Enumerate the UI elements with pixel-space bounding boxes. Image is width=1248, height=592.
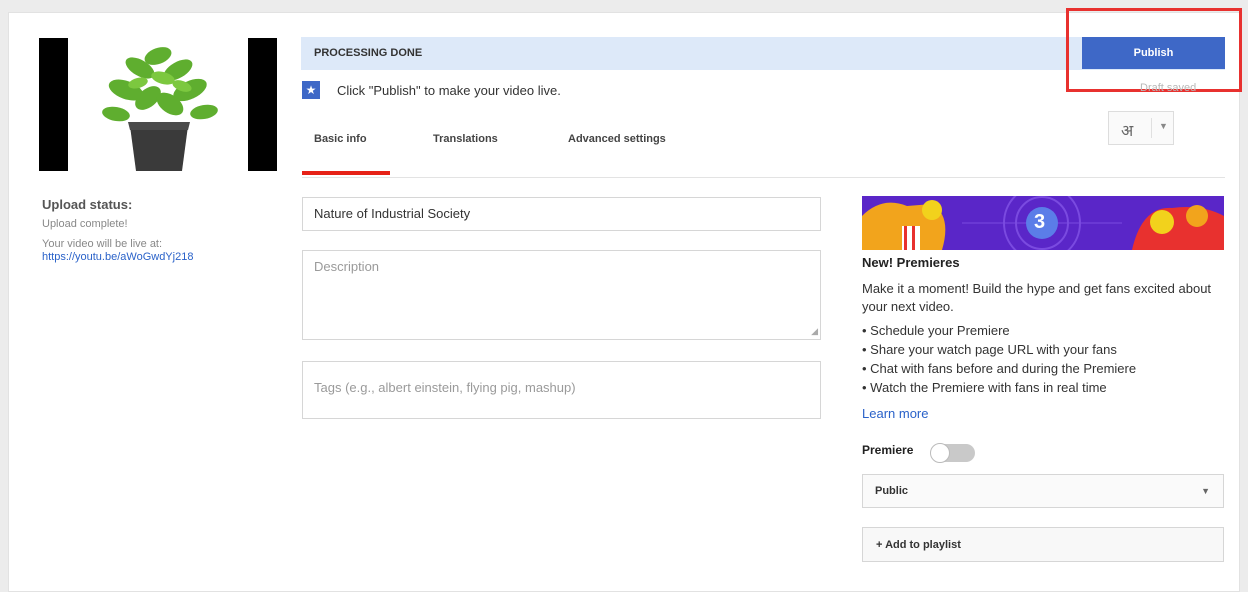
tags-input[interactable]: Tags (e.g., albert einstein, flying pig,…: [302, 361, 821, 419]
add-to-playlist-label: + Add to playlist: [876, 539, 961, 551]
premieres-banner: 3: [862, 196, 1224, 250]
divider: [1151, 118, 1152, 138]
visibility-select[interactable]: Public ▼: [862, 474, 1224, 508]
banner-countdown: 3: [1034, 211, 1046, 233]
list-item: Schedule your Premiere: [862, 321, 1217, 340]
list-item: Watch the Premiere with fans in real tim…: [862, 378, 1217, 397]
add-to-playlist-button[interactable]: + Add to playlist: [862, 527, 1224, 562]
active-tab-indicator: [302, 171, 390, 175]
publish-hint: Click "Publish" to make your video live.: [337, 83, 561, 98]
language-icon: अ: [1121, 123, 1134, 140]
chevron-down-icon: ▼: [1201, 486, 1210, 496]
list-item: Share your watch page URL with your fans: [862, 340, 1217, 359]
premiere-toggle-label: Premiere: [862, 443, 914, 457]
tab-basic-info[interactable]: Basic info: [314, 133, 367, 145]
publish-highlight-box: [1066, 8, 1242, 92]
upload-status-panel: Upload status: Upload complete! Your vid…: [42, 197, 272, 263]
draft-saved-label: Draft saved: [1140, 82, 1197, 94]
toggle-knob: [930, 443, 950, 463]
description-textarea[interactable]: Description ◢: [302, 250, 821, 340]
upload-status-text: Upload complete!: [42, 218, 128, 230]
video-url-link[interactable]: https://youtu.be/aWoGwdYj218: [42, 251, 272, 263]
video-thumbnail[interactable]: [39, 38, 277, 171]
chevron-down-icon: ▼: [1159, 121, 1168, 131]
plant-image: [68, 38, 248, 171]
premiere-toggle[interactable]: [930, 443, 975, 463]
premieres-features: Schedule your Premiere Share your watch …: [862, 321, 1217, 397]
live-at-label: Your video will be live at:: [42, 238, 163, 250]
tab-translations[interactable]: Translations: [433, 133, 498, 145]
learn-more-link[interactable]: Learn more: [862, 406, 928, 421]
description-placeholder: Description: [314, 259, 380, 274]
premieres-title: New! Premieres: [862, 255, 960, 270]
resize-handle-icon[interactable]: ◢: [811, 326, 818, 337]
list-item: Chat with fans before and during the Pre…: [862, 359, 1217, 378]
visibility-value: Public: [875, 485, 909, 497]
premieres-description: Make it a moment! Build the hype and get…: [862, 281, 1212, 314]
title-input[interactable]: Nature of Industrial Society: [302, 197, 821, 231]
language-button[interactable]: अ ▼: [1108, 111, 1174, 145]
upload-status-title: Upload status:: [42, 197, 133, 212]
processing-status: PROCESSING DONE: [314, 47, 423, 59]
star-icon: ★: [302, 81, 320, 99]
tabs-divider: [302, 177, 1225, 178]
tab-advanced-settings[interactable]: Advanced settings: [568, 133, 666, 145]
